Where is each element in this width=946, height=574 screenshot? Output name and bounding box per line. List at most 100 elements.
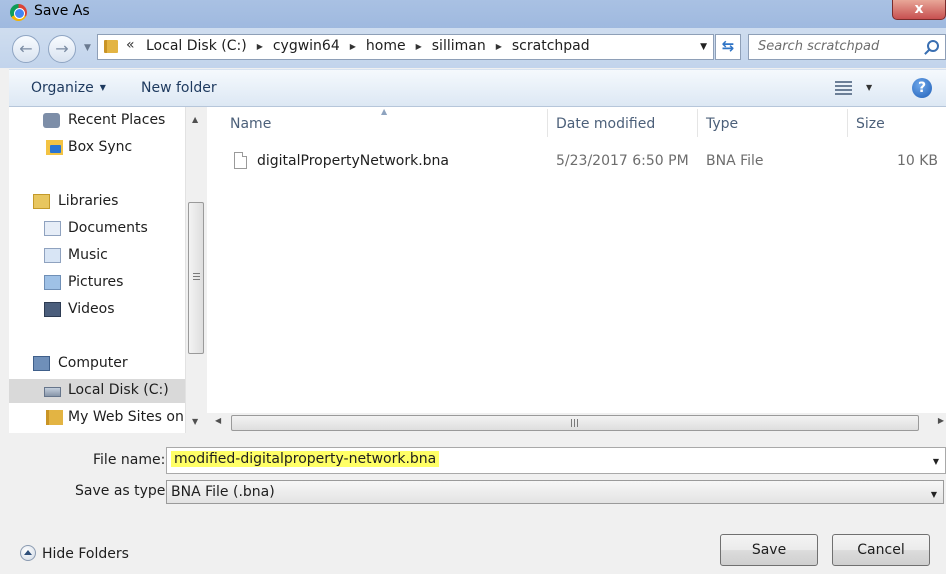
breadcrumb-overflow-icon[interactable]: « bbox=[126, 37, 135, 53]
breadcrumb-separator-icon[interactable]: ▶ bbox=[492, 42, 510, 51]
videos-icon bbox=[44, 302, 61, 317]
sidebar-item-videos[interactable]: Videos bbox=[9, 298, 185, 322]
scrollbar-thumb[interactable] bbox=[231, 415, 919, 431]
sidebar-item-box-sync[interactable]: Box Sync bbox=[9, 136, 185, 160]
search-placeholder: Search scratchpad bbox=[758, 39, 880, 54]
save-button[interactable]: Save bbox=[720, 534, 818, 566]
change-view-icon[interactable] bbox=[835, 81, 852, 95]
organize-button[interactable]: Organize ▼ bbox=[31, 80, 106, 96]
sidebar-item-libraries[interactable]: Libraries bbox=[9, 190, 185, 214]
sidebar-item-recent-places[interactable]: Recent Places bbox=[9, 109, 185, 133]
scrollbar-thumb[interactable] bbox=[188, 202, 204, 354]
forward-button[interactable]: → bbox=[48, 35, 76, 63]
chevron-down-icon[interactable]: ▼ bbox=[931, 490, 937, 499]
sidebar-item-label: Documents bbox=[68, 220, 148, 236]
address-dropdown-icon[interactable]: ▼ bbox=[700, 42, 707, 52]
column-divider[interactable] bbox=[847, 109, 848, 137]
search-icon[interactable] bbox=[927, 40, 939, 52]
sidebar-item-my-web-sites[interactable]: My Web Sites on bbox=[9, 406, 185, 430]
computer-icon bbox=[33, 356, 50, 371]
breadcrumb-item[interactable]: silliman bbox=[430, 38, 492, 54]
title-bar: Save As x bbox=[0, 0, 946, 28]
breadcrumb-item[interactable]: cygwin64 bbox=[271, 38, 346, 54]
sidebar-item-label: Box Sync bbox=[68, 139, 133, 155]
grip-icon bbox=[193, 273, 200, 281]
collapse-up-icon bbox=[20, 545, 36, 561]
organize-label: Organize bbox=[31, 80, 94, 96]
file-name-label: File name: bbox=[93, 452, 166, 468]
column-divider[interactable] bbox=[697, 109, 698, 137]
documents-icon bbox=[44, 221, 61, 236]
view-options-dropdown-icon[interactable]: ▼ bbox=[866, 83, 872, 92]
back-button[interactable]: ← bbox=[12, 35, 40, 63]
file-name-input[interactable]: modified-digitalproperty-network.bna ▼ bbox=[166, 447, 946, 474]
save-as-type-select[interactable]: BNA File (.bna) ▼ bbox=[166, 480, 944, 504]
column-divider[interactable] bbox=[547, 109, 548, 137]
sidebar-item-label: Music bbox=[68, 247, 108, 263]
save-as-type-value: BNA File (.bna) bbox=[171, 484, 275, 500]
file-date: 5/23/2017 6:50 PM bbox=[556, 153, 689, 169]
chevron-down-icon: ▼ bbox=[99, 83, 106, 92]
breadcrumb: Local Disk (C:) ▶ cygwin64 ▶ home ▶ sill… bbox=[144, 38, 596, 54]
recent-locations-dropdown[interactable]: ▼ bbox=[84, 43, 91, 53]
scroll-left-icon[interactable]: ◀ bbox=[215, 416, 221, 425]
sidebar-item-label: My Web Sites on bbox=[68, 409, 184, 425]
refresh-button[interactable]: ⇆ bbox=[715, 34, 741, 60]
address-bar[interactable]: « Local Disk (C:) ▶ cygwin64 ▶ home ▶ si… bbox=[97, 34, 714, 60]
sidebar-item-computer[interactable]: Computer bbox=[9, 352, 185, 376]
sidebar-item-label: Computer bbox=[58, 355, 128, 371]
save-as-type-label: Save as type: bbox=[75, 483, 171, 499]
file-list-hscrollbar[interactable]: ◀ ▶ bbox=[207, 413, 946, 433]
sidebar-item-label: Libraries bbox=[58, 193, 119, 209]
local-disk-icon bbox=[44, 387, 61, 397]
sidebar-item-label: Pictures bbox=[68, 274, 124, 290]
file-list: ▲ Name Date modified Type Size digitalPr… bbox=[207, 107, 946, 413]
breadcrumb-item[interactable]: scratchpad bbox=[510, 38, 596, 54]
new-folder-button[interactable]: New folder bbox=[141, 80, 217, 96]
recent-places-icon bbox=[43, 113, 60, 128]
libraries-icon bbox=[33, 194, 50, 209]
hide-folders-button[interactable]: Hide Folders bbox=[20, 545, 129, 562]
navigation-pane: Recent Places Box Sync Libraries Documen… bbox=[9, 107, 185, 433]
file-icon bbox=[234, 152, 247, 169]
folder-icon bbox=[104, 40, 118, 53]
column-header-date-modified[interactable]: Date modified bbox=[556, 116, 655, 132]
table-row[interactable]: digitalPropertyNetwork.bna 5/23/2017 6:5… bbox=[207, 148, 946, 174]
scroll-up-icon[interactable]: ▲ bbox=[192, 115, 198, 124]
sidebar-item-label: Videos bbox=[68, 301, 115, 317]
scroll-right-icon[interactable]: ▶ bbox=[938, 416, 944, 425]
scroll-down-icon[interactable]: ▼ bbox=[192, 417, 198, 426]
sidebar-item-local-disk[interactable]: Local Disk (C:) bbox=[9, 379, 185, 403]
breadcrumb-separator-icon[interactable]: ▶ bbox=[253, 42, 271, 51]
breadcrumb-separator-icon[interactable]: ▶ bbox=[346, 42, 364, 51]
help-icon[interactable]: ? bbox=[912, 78, 932, 98]
column-headers: ▲ Name Date modified Type Size bbox=[207, 107, 946, 137]
sidebar-item-documents[interactable]: Documents bbox=[9, 217, 185, 241]
navigation-bar: ← → ▼ « Local Disk (C:) ▶ cygwin64 ▶ hom… bbox=[0, 28, 946, 68]
sidebar-item-label: Recent Places bbox=[68, 112, 166, 128]
breadcrumb-item[interactable]: Local Disk (C:) bbox=[144, 38, 253, 54]
hide-folders-label: Hide Folders bbox=[42, 546, 129, 562]
cancel-button[interactable]: Cancel bbox=[832, 534, 930, 566]
breadcrumb-separator-icon[interactable]: ▶ bbox=[412, 42, 430, 51]
close-button[interactable]: x bbox=[892, 0, 946, 20]
search-input[interactable]: Search scratchpad bbox=[748, 34, 946, 60]
box-sync-icon bbox=[46, 140, 63, 155]
column-header-size[interactable]: Size bbox=[856, 116, 885, 132]
music-icon bbox=[44, 248, 61, 263]
column-header-type[interactable]: Type bbox=[706, 116, 738, 132]
breadcrumb-item[interactable]: home bbox=[364, 38, 412, 54]
sort-ascending-icon: ▲ bbox=[381, 107, 388, 116]
column-header-name[interactable]: Name bbox=[230, 116, 271, 132]
sidebar-item-music[interactable]: Music bbox=[9, 244, 185, 268]
web-folder-icon bbox=[46, 410, 63, 425]
file-name: digitalPropertyNetwork.bna bbox=[257, 153, 449, 169]
file-size: 10 KB bbox=[896, 153, 938, 169]
file-name-value: modified-digitalproperty-network.bna bbox=[171, 451, 440, 467]
chrome-icon bbox=[10, 4, 27, 21]
sidebar-scrollbar[interactable]: ▲ ▼ bbox=[185, 107, 205, 433]
file-name-dropdown-icon[interactable]: ▼ bbox=[933, 457, 939, 466]
sidebar-item-pictures[interactable]: Pictures bbox=[9, 271, 185, 295]
command-toolbar: Organize ▼ New folder ▼ ? bbox=[9, 69, 946, 107]
sidebar-item-label: Local Disk (C:) bbox=[68, 382, 169, 398]
